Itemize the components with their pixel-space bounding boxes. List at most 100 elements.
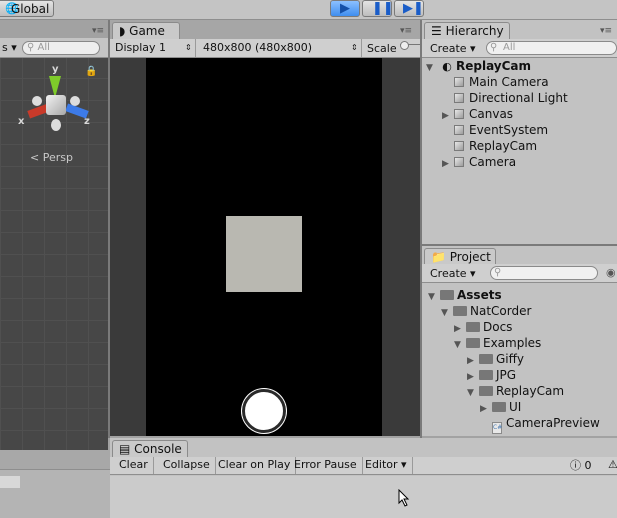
hierarchy-item[interactable]: ▶ Canvas xyxy=(442,106,513,122)
console-clear-on-play-button[interactable]: Clear on Play xyxy=(213,457,297,474)
search-icon: ⚲ xyxy=(494,267,502,278)
project-tree: ▼ Assets ▼ NatCorder ▶ Docs ▼ Examples ▶ Giffy ▶ JP… xyxy=(422,286,617,436)
scene-left-dropdown[interactable]: s ▾ xyxy=(2,41,17,54)
project-item-label: Assets xyxy=(457,288,502,302)
console-error-toggle[interactable]: ⓘ 0 xyxy=(570,458,592,474)
play-button[interactable]: ▶ xyxy=(330,0,360,17)
game-tabbar: ◗ Game ▾≡ xyxy=(110,20,420,40)
gameobject-icon xyxy=(454,125,464,135)
unity-scene-icon: ◐ xyxy=(442,60,452,73)
console-collapse-button[interactable]: Collapse xyxy=(158,457,216,474)
hierarchy-search-input[interactable]: ⚲ All xyxy=(486,41,617,55)
folder-icon xyxy=(466,338,480,348)
hierarchy-item[interactable]: EventSystem xyxy=(442,122,548,138)
project-item-label: JPG xyxy=(496,368,517,382)
project-search-input[interactable]: ⚲ xyxy=(490,266,598,280)
scene-gizmo[interactable]: y 🔒 x z xyxy=(18,62,98,137)
project-item-label: ReplayCam xyxy=(496,384,565,398)
timeline-marker[interactable] xyxy=(0,476,20,488)
hierarchy-item[interactable]: ▶ Camera xyxy=(442,154,516,170)
search-icon: ⚲ xyxy=(490,42,498,53)
panel-menu-icon[interactable]: ▾≡ xyxy=(400,26,412,36)
panel-menu-icon[interactable]: ▾≡ xyxy=(92,26,104,36)
folder-icon xyxy=(479,370,493,380)
expand-arrow-icon[interactable]: ▼ xyxy=(441,305,453,321)
csharp-script-icon: C# xyxy=(492,422,502,434)
gizmo-neg-z[interactable] xyxy=(70,96,80,106)
hierarchy-item[interactable]: Main Camera xyxy=(442,74,549,90)
console-editor-dropdown[interactable]: Editor ▾ xyxy=(360,457,413,474)
hierarchy-item-label: Directional Light xyxy=(469,91,568,105)
console-icon: ▤ xyxy=(119,442,131,456)
record-button[interactable] xyxy=(242,389,286,433)
expand-arrow-icon[interactable]: ▼ xyxy=(426,60,438,76)
project-asset-row[interactable]: C# CameraPreview xyxy=(480,415,600,434)
pause-button[interactable]: ❚❚ xyxy=(362,0,394,17)
folder-icon xyxy=(453,306,467,316)
gizmo-center-cube[interactable] xyxy=(46,95,66,115)
tab-game[interactable]: ◗ Game xyxy=(112,22,180,40)
pivot-rotation-toggle[interactable]: 🌐 Global xyxy=(0,0,54,17)
project-folder-row[interactable]: ▼ ReplayCam xyxy=(467,383,564,399)
dropdown-arrows-icon: ⇕ xyxy=(185,43,192,52)
project-folder-row[interactable]: ▼ Assets xyxy=(428,287,502,303)
project-folder-row[interactable]: ▶ UI xyxy=(480,399,521,415)
gizmo-neg-x[interactable] xyxy=(32,96,42,106)
expand-arrow-icon[interactable]: ▼ xyxy=(454,337,466,353)
gameobject-icon xyxy=(454,157,464,167)
folder-icon xyxy=(479,354,493,364)
resolution-value: 480x800 (480x800) xyxy=(203,41,313,54)
step-button[interactable]: ▶❚ xyxy=(394,0,424,17)
project-create-button[interactable]: Create ▾ xyxy=(430,267,476,280)
folder-icon xyxy=(466,322,480,332)
project-folder-row[interactable]: ▼ NatCorder xyxy=(441,303,531,319)
folder-icon xyxy=(479,386,493,396)
expand-arrow-icon[interactable]: ▶ xyxy=(442,156,454,172)
display-dropdown[interactable]: Display 1 ⇕ xyxy=(110,39,196,57)
folder-icon xyxy=(440,290,454,300)
gizmo-x-label: x xyxy=(18,116,25,127)
project-item-label: UI xyxy=(509,400,522,414)
filter-icon[interactable]: ◉ xyxy=(606,266,616,279)
gizmo-neg-y[interactable] xyxy=(51,119,61,131)
hierarchy-item-label: Main Camera xyxy=(469,75,549,89)
scale-label: Scale xyxy=(367,42,397,55)
console-log-area[interactable] xyxy=(110,476,617,518)
scene-root-row[interactable]: ▼ ◐ ReplayCam xyxy=(426,58,531,74)
panel-menu-icon[interactable]: ▾≡ xyxy=(600,26,612,36)
resolution-dropdown[interactable]: 480x800 (480x800) ⇕ xyxy=(198,39,362,57)
game-icon: ◗ xyxy=(119,24,126,38)
console-clear-button[interactable]: Clear xyxy=(114,457,154,474)
hierarchy-search-placeholder: All xyxy=(503,42,516,53)
lock-icon[interactable]: 🔒 xyxy=(85,66,97,77)
hierarchy-tree: ▼ ◐ ReplayCam Main Camera Directional Lig… xyxy=(422,58,617,244)
hierarchy-create-button[interactable]: Create ▾ xyxy=(430,42,476,55)
console-toolbar: Clear Collapse Clear on Play Error Pause… xyxy=(110,457,617,475)
scale-slider-handle[interactable] xyxy=(400,41,409,50)
project-item-label: Examples xyxy=(483,336,542,350)
expand-arrow-icon[interactable]: ▼ xyxy=(428,289,440,305)
expand-arrow-icon[interactable]: ▼ xyxy=(467,385,479,401)
scale-slider[interactable] xyxy=(400,41,420,53)
hierarchy-item[interactable]: Directional Light xyxy=(442,90,568,106)
project-item-label: CameraPreview xyxy=(506,416,600,430)
project-folder-row[interactable]: ▶ Giffy xyxy=(467,351,524,367)
tab-console[interactable]: ▤ Console xyxy=(112,440,188,458)
scene-search-input[interactable]: ⚲ All xyxy=(22,41,100,55)
project-folder-row[interactable]: ▶ Docs xyxy=(454,319,512,335)
gizmo-y-label: y xyxy=(52,64,59,75)
folder-icon: 📁 xyxy=(431,250,446,264)
console-error-pause-button[interactable]: Error Pause xyxy=(289,457,363,474)
tab-game-label: Game xyxy=(129,24,165,38)
hierarchy-item[interactable]: ReplayCam xyxy=(442,138,537,154)
tab-hierarchy[interactable]: ☰ Hierarchy xyxy=(424,22,510,40)
project-folder-row[interactable]: ▶ JPG xyxy=(467,367,516,383)
cursor-arrow-icon xyxy=(398,489,410,507)
project-item-label: NatCorder xyxy=(470,304,532,318)
warning-icon[interactable]: ⚠ xyxy=(608,458,617,471)
project-folder-row[interactable]: ▼ Examples xyxy=(454,335,541,351)
gameobject-icon xyxy=(454,93,464,103)
persp-toggle[interactable]: < Persp xyxy=(30,151,73,164)
hierarchy-toolbar: Create ▾ ⚲ All xyxy=(422,39,617,58)
hierarchy-item-label: Canvas xyxy=(469,107,514,121)
